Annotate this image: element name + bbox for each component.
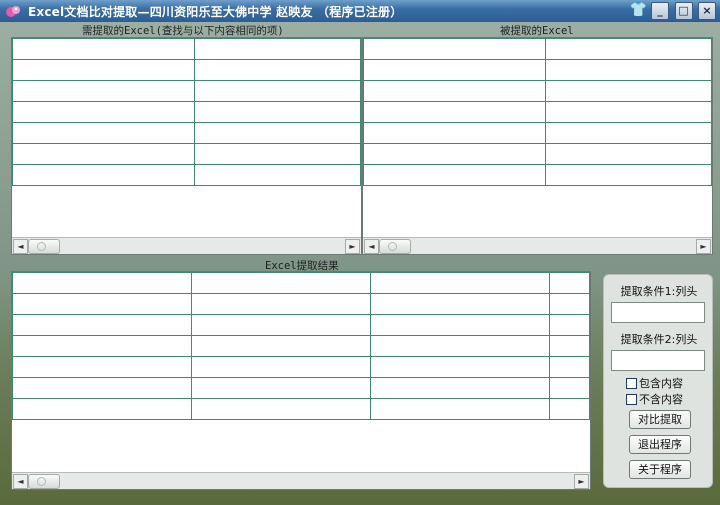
exit-program-button[interactable]: 退出程序 <box>629 435 691 454</box>
not-contains-label: 不含内容 <box>639 393 683 406</box>
scroll-thumb[interactable] <box>28 474 60 489</box>
skin-shirt-icon[interactable]: 👕 <box>630 2 647 18</box>
scroll-thumb[interactable] <box>28 239 60 254</box>
main-window: 需提取的Excel(查找与以下内容相同的项) ◄ ► 被提取的Excel ◄ ►… <box>0 22 720 505</box>
source-grid-table <box>12 38 361 186</box>
contains-label: 包含内容 <box>639 377 683 390</box>
scroll-right-arrow-icon[interactable]: ► <box>696 239 711 254</box>
condition1-input[interactable] <box>611 302 705 323</box>
source-grid-hscrollbar[interactable]: ◄ ► <box>12 237 361 254</box>
condition1-label: 提取条件1:列头 <box>620 285 698 298</box>
title-bar: Excel文档比对提取—四川资阳乐至大佛中学 赵映友 （程序已注册） 👕 _ □… <box>0 0 720 22</box>
scroll-right-arrow-icon[interactable]: ► <box>345 239 360 254</box>
scroll-thumb[interactable] <box>379 239 411 254</box>
maximize-button[interactable]: □ <box>674 2 693 20</box>
scroll-left-arrow-icon[interactable]: ◄ <box>13 239 28 254</box>
target-grid-label: 被提取的Excel <box>500 25 574 37</box>
result-grid-table <box>12 272 590 420</box>
close-button[interactable]: × <box>698 2 716 20</box>
about-program-button[interactable]: 关于程序 <box>629 460 691 479</box>
scroll-left-arrow-icon[interactable]: ◄ <box>13 474 28 489</box>
target-grid-table <box>363 38 712 186</box>
contains-checkbox-row[interactable]: 包含内容 <box>626 375 683 391</box>
scroll-right-arrow-icon[interactable]: ► <box>574 474 589 489</box>
window-controls: 👕 _ □ × <box>628 2 716 20</box>
result-grid-hscrollbar[interactable]: ◄ ► <box>12 472 590 489</box>
scroll-left-arrow-icon[interactable]: ◄ <box>364 239 379 254</box>
condition2-label: 提取条件2:列头 <box>620 333 698 346</box>
extract-options-panel: 提取条件1:列头 提取条件2:列头 包含内容 不含内容 对比提取 退出程序 关于… <box>603 274 713 488</box>
contains-checkbox[interactable] <box>626 378 637 389</box>
compare-extract-button[interactable]: 对比提取 <box>629 410 691 429</box>
not-contains-checkbox-row[interactable]: 不含内容 <box>626 391 683 407</box>
window-title: Excel文档比对提取—四川资阳乐至大佛中学 赵映友 （程序已注册） <box>28 5 403 19</box>
source-excel-grid[interactable]: ◄ ► <box>11 37 362 255</box>
condition2-input[interactable] <box>611 350 705 371</box>
result-excel-grid[interactable]: ◄ ► <box>11 271 591 490</box>
app-logo-icon <box>6 6 20 17</box>
target-excel-grid[interactable]: ◄ ► <box>362 37 713 255</box>
source-grid-label: 需提取的Excel(查找与以下内容相同的项) <box>82 25 284 37</box>
minimize-button[interactable]: _ <box>651 2 669 20</box>
not-contains-checkbox[interactable] <box>626 394 637 405</box>
target-grid-hscrollbar[interactable]: ◄ ► <box>363 237 712 254</box>
